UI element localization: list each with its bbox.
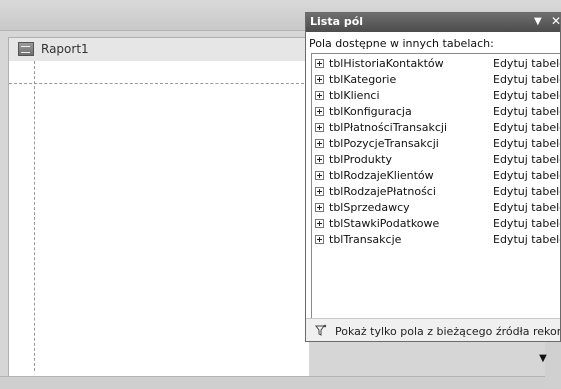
edit-table-link[interactable]: Edytuj tabelę [493, 185, 560, 198]
table-row[interactable]: tblPłatnościTransakcji Edytuj tabelę [312, 120, 560, 136]
section-guide-horizontal [9, 83, 309, 84]
table-row[interactable]: tblHistoriaKontaktów Edytuj tabelę [312, 56, 560, 72]
table-name[interactable]: tblRodzajeKlientów [329, 169, 434, 182]
expand-icon[interactable] [315, 59, 324, 68]
scroll-down-arrow-icon[interactable]: ▼ [536, 352, 550, 366]
expand-icon[interactable] [315, 91, 324, 100]
report-design-canvas[interactable] [8, 61, 309, 376]
table-name[interactable]: tblKategorie [329, 73, 396, 86]
document-tab-raport1[interactable]: Raport1 [8, 37, 310, 62]
section-guide-vertical [34, 61, 35, 371]
expand-icon[interactable] [315, 123, 324, 132]
expand-icon[interactable] [315, 203, 324, 212]
table-name[interactable]: tblRodzajePłatności [329, 185, 436, 198]
table-row[interactable]: tblKonfiguracja Edytuj tabelę [312, 104, 560, 120]
table-row[interactable]: tblKategorie Edytuj tabelę [312, 72, 560, 88]
edit-table-link[interactable]: Edytuj tabelę [493, 57, 560, 70]
expand-icon[interactable] [315, 219, 324, 228]
edit-table-link[interactable]: Edytuj tabelę [493, 137, 560, 150]
table-name[interactable]: tblKonfiguracja [329, 105, 412, 118]
table-name[interactable]: tblPozycjeTransakcji [329, 137, 439, 150]
table-name[interactable]: tblProdukty [329, 153, 392, 166]
dropdown-arrow-icon[interactable]: ▼ [534, 15, 542, 29]
table-name[interactable]: tblSprzedawcy [329, 201, 410, 214]
other-tables-section-label: Pola dostępne w innych tabelach: [309, 37, 494, 50]
tables-list: tblHistoriaKontaktów Edytuj tabelę tblKa… [311, 53, 560, 329]
edit-table-link[interactable]: Edytuj tabelę [493, 105, 560, 118]
filter-link-label[interactable]: Pokaż tylko pola z bieżącego źródła reko… [335, 325, 560, 338]
edit-table-link[interactable]: Edytuj tabelę [493, 169, 560, 182]
document-tab-label: Raport1 [41, 42, 89, 56]
edit-table-link[interactable]: Edytuj tabelę [493, 217, 560, 230]
expand-icon[interactable] [315, 107, 324, 116]
table-name[interactable]: tblTransakcje [329, 233, 401, 246]
table-name[interactable]: tblStawkiPodatkowe [329, 217, 439, 230]
expand-icon[interactable] [315, 187, 324, 196]
expand-icon[interactable] [315, 75, 324, 84]
table-row[interactable]: tblKlienci Edytuj tabelę [312, 88, 560, 104]
filter-icon [315, 324, 327, 336]
expand-icon[interactable] [315, 139, 324, 148]
edit-table-link[interactable]: Edytuj tabelę [493, 73, 560, 86]
table-row[interactable]: tblPozycjeTransakcji Edytuj tabelę [312, 136, 560, 152]
current-source-filter-link[interactable]: Pokaż tylko pola z bieżącego źródła reko… [306, 318, 560, 341]
expand-icon[interactable] [315, 235, 324, 244]
edit-table-link[interactable]: Edytuj tabelę [493, 153, 560, 166]
field-list-pane: Lista pól ▼ ✕ Pola dostępne w innych tab… [305, 12, 561, 342]
table-name[interactable]: tblPłatnościTransakcji [329, 121, 447, 134]
table-row[interactable]: tblRodzajePłatności Edytuj tabelę [312, 184, 560, 200]
table-row[interactable]: tblRodzajeKlientów Edytuj tabelę [312, 168, 560, 184]
edit-table-link[interactable]: Edytuj tabelę [493, 89, 560, 102]
table-row[interactable]: tblSprzedawcy Edytuj tabelę [312, 200, 560, 216]
field-list-title: Lista pól [310, 15, 364, 28]
edit-table-link[interactable]: Edytuj tabelę [493, 121, 560, 134]
field-list-header: Lista pól ▼ ✕ [306, 13, 560, 32]
report-icon [18, 42, 34, 56]
edit-table-link[interactable]: Edytuj tabelę [493, 233, 560, 246]
document-bottom-edge [0, 376, 561, 389]
table-row[interactable]: tblStawkiPodatkowe Edytuj tabelę [312, 216, 560, 232]
table-row[interactable]: tblProdukty Edytuj tabelę [312, 152, 560, 168]
close-icon[interactable]: ✕ [551, 14, 560, 29]
table-name[interactable]: tblKlienci [329, 89, 380, 102]
expand-icon[interactable] [315, 155, 324, 164]
edit-table-link[interactable]: Edytuj tabelę [493, 201, 560, 214]
table-row[interactable]: tblTransakcje Edytuj tabelę [312, 232, 560, 248]
table-name[interactable]: tblHistoriaKontaktów [329, 57, 444, 70]
expand-icon[interactable] [315, 171, 324, 180]
